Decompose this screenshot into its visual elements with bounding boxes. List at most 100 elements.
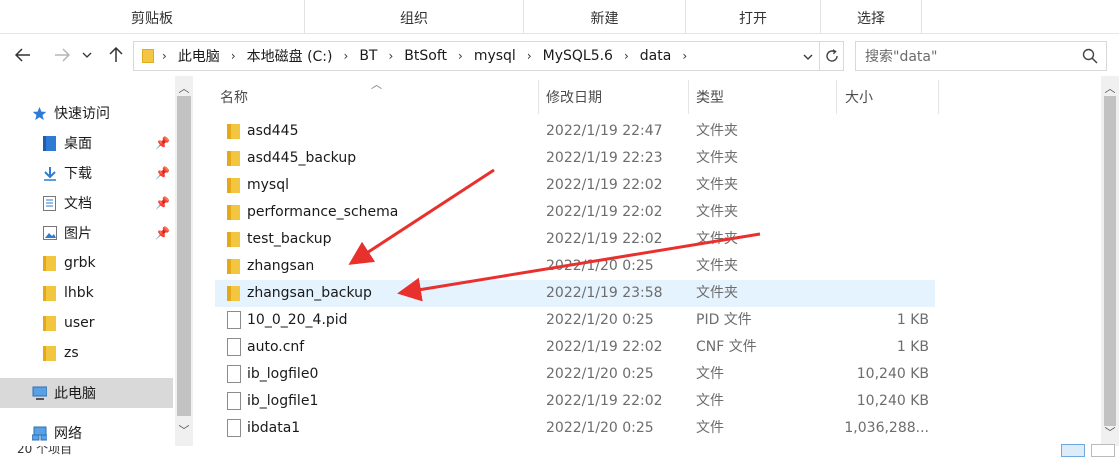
back-button[interactable] bbox=[11, 43, 35, 67]
file-date: 2022/1/20 0:25 bbox=[546, 312, 654, 328]
ribbon-group-open[interactable]: 打开 bbox=[686, 0, 821, 34]
recent-locations-button[interactable] bbox=[80, 43, 94, 67]
search-icon bbox=[1082, 48, 1098, 64]
nav-item-downloads[interactable]: 下载 📌 bbox=[0, 158, 173, 188]
file-type: 文件夹 bbox=[696, 150, 738, 166]
file-row[interactable]: mysql 2022/1/19 22:02 文件夹 bbox=[215, 172, 935, 199]
file-type: PID 文件 bbox=[696, 312, 752, 328]
file-icon bbox=[227, 365, 241, 383]
breadcrumb-btsoft[interactable]: BtSoft › bbox=[397, 42, 467, 70]
scroll-down-arrow-icon[interactable]: ﹀ bbox=[1101, 424, 1119, 440]
scroll-down-arrow-icon[interactable]: ﹀ bbox=[175, 422, 193, 438]
nav-item-zs[interactable]: zs bbox=[0, 338, 173, 368]
chevron-right-icon[interactable]: › bbox=[624, 49, 629, 63]
nav-item-grbk[interactable]: grbk bbox=[0, 248, 173, 278]
scroll-up-arrow-icon[interactable]: ︿ bbox=[175, 80, 193, 96]
breadcrumb-data[interactable]: data › bbox=[633, 42, 691, 70]
nav-item-user[interactable]: user bbox=[0, 308, 173, 338]
file-type: 文件 bbox=[696, 420, 724, 436]
up-button[interactable] bbox=[104, 43, 128, 67]
breadcrumb-this-pc[interactable]: 此电脑 › bbox=[171, 42, 240, 70]
pin-icon[interactable]: 📌 bbox=[155, 136, 170, 150]
file-row[interactable]: zhangsan_backup 2022/1/19 23:58 文件夹 bbox=[215, 280, 935, 307]
refresh-button[interactable] bbox=[820, 41, 844, 71]
file-type: 文件夹 bbox=[696, 258, 738, 274]
scrollbar-thumb[interactable] bbox=[1104, 96, 1116, 426]
file-row[interactable]: test_backup 2022/1/19 22:02 文件夹 bbox=[215, 226, 935, 253]
desktop-icon bbox=[42, 135, 57, 151]
scrollbar-thumb[interactable] bbox=[177, 96, 191, 416]
nav-quick-access[interactable]: 快速访问 bbox=[0, 98, 173, 128]
search-input[interactable]: 搜索"data" bbox=[855, 41, 1107, 71]
folder-icon bbox=[227, 178, 240, 193]
file-date: 2022/1/19 22:02 bbox=[546, 177, 663, 193]
file-type: 文件夹 bbox=[696, 204, 738, 220]
file-type: 文件夹 bbox=[696, 231, 738, 247]
file-row[interactable]: asd445 2022/1/19 22:47 文件夹 bbox=[215, 118, 935, 145]
forward-button[interactable] bbox=[50, 43, 74, 67]
file-name: asd445_backup bbox=[247, 150, 357, 166]
nav-network[interactable]: 网络 bbox=[0, 418, 173, 448]
pin-icon[interactable]: 📌 bbox=[155, 226, 170, 240]
file-row[interactable]: auto.cnf 2022/1/19 22:02 CNF 文件 1 KB bbox=[215, 334, 935, 361]
folder-icon bbox=[227, 205, 240, 220]
breadcrumb-bt[interactable]: BT › bbox=[352, 42, 397, 70]
breadcrumb-mysql56[interactable]: MySQL5.6 › bbox=[536, 42, 633, 70]
address-bar[interactable]: › 此电脑 › 本地磁盘 (C:) › BT › BtSoft › mysql › MyS… bbox=[133, 41, 820, 71]
folder-icon bbox=[227, 232, 240, 247]
scroll-up-arrow-icon[interactable]: ︿ bbox=[1101, 80, 1119, 96]
file-row[interactable]: ib_logfile1 2022/1/19 22:02 文件 10,240 KB bbox=[215, 388, 935, 415]
file-row[interactable]: 10_0_20_4.pid 2022/1/20 0:25 PID 文件 1 KB bbox=[215, 307, 935, 334]
nav-item-lhbk[interactable]: lhbk bbox=[0, 278, 173, 308]
file-row[interactable]: performance_schema 2022/1/19 22:02 文件夹 bbox=[215, 199, 935, 226]
chevron-right-icon[interactable]: › bbox=[344, 49, 349, 63]
ribbon-group-new[interactable]: 新建 bbox=[524, 0, 686, 34]
chevron-right-icon[interactable]: › bbox=[162, 49, 167, 63]
file-type: CNF 文件 bbox=[696, 339, 757, 355]
column-header-date[interactable]: 修改日期 bbox=[539, 80, 689, 114]
pin-icon[interactable]: 📌 bbox=[155, 166, 170, 180]
ribbon-group-clipboard[interactable]: 剪贴板 bbox=[0, 0, 305, 34]
chevron-right-icon[interactable]: › bbox=[527, 49, 532, 63]
file-date: 2022/1/20 0:25 bbox=[546, 420, 654, 436]
file-icon bbox=[227, 392, 241, 410]
navigation-pane-scrollbar[interactable]: ︿ ﹀ bbox=[175, 76, 193, 446]
folder-icon bbox=[227, 124, 240, 139]
file-date: 2022/1/19 22:02 bbox=[546, 204, 663, 220]
large-icons-view-button[interactable] bbox=[1091, 444, 1115, 457]
details-view-button[interactable] bbox=[1061, 444, 1085, 457]
file-type: 文件夹 bbox=[696, 177, 738, 193]
search-placeholder: 搜索"data" bbox=[865, 49, 938, 65]
file-row[interactable]: zhangsan 2022/1/20 0:25 文件夹 bbox=[215, 253, 935, 280]
download-icon bbox=[42, 166, 57, 181]
address-dropdown-button[interactable] bbox=[803, 48, 813, 64]
column-header-type[interactable]: 类型 bbox=[689, 80, 837, 114]
file-date: 2022/1/19 22:23 bbox=[546, 150, 663, 166]
file-list-scrollbar[interactable]: ︿ ﹀ bbox=[1101, 76, 1119, 446]
back-arrow-icon bbox=[15, 48, 30, 62]
folder-icon bbox=[227, 286, 240, 301]
file-row[interactable]: asd445_backup 2022/1/19 22:23 文件夹 bbox=[215, 145, 935, 172]
ribbon-group-organize[interactable]: 组织 bbox=[305, 0, 524, 34]
nav-item-documents[interactable]: 文档 📌 bbox=[0, 188, 173, 218]
file-name: mysql bbox=[247, 177, 289, 193]
picture-icon bbox=[42, 226, 57, 241]
file-type: 文件 bbox=[696, 393, 724, 409]
nav-item-pictures[interactable]: 图片 📌 bbox=[0, 218, 173, 248]
file-row[interactable]: ib_logfile0 2022/1/20 0:25 文件 10,240 KB bbox=[215, 361, 935, 388]
chevron-right-icon[interactable]: › bbox=[682, 49, 687, 63]
pin-icon[interactable]: 📌 bbox=[155, 196, 170, 210]
column-header-name[interactable]: 名称 bbox=[215, 80, 539, 114]
nav-item-desktop[interactable]: 桌面 📌 bbox=[0, 128, 173, 158]
breadcrumb-mysql[interactable]: mysql › bbox=[467, 42, 536, 70]
chevron-right-icon[interactable]: › bbox=[388, 49, 393, 63]
nav-this-pc[interactable]: 此电脑 bbox=[0, 378, 173, 408]
file-list: ︿ 名称 修改日期 类型 大小 asd445 2022/1/19 22:47 文件夹… bbox=[193, 76, 1101, 446]
chevron-right-icon[interactable]: › bbox=[458, 49, 463, 63]
column-header-size[interactable]: 大小 bbox=[837, 80, 939, 114]
breadcrumb-local-disk[interactable]: 本地磁盘 (C:) › bbox=[240, 42, 353, 70]
ribbon-group-select[interactable]: 选择 bbox=[821, 0, 922, 34]
file-icon bbox=[227, 311, 241, 329]
chevron-right-icon[interactable]: › bbox=[231, 49, 236, 63]
file-row[interactable]: ibdata1 2022/1/20 0:25 文件 1,036,288... bbox=[215, 415, 935, 442]
